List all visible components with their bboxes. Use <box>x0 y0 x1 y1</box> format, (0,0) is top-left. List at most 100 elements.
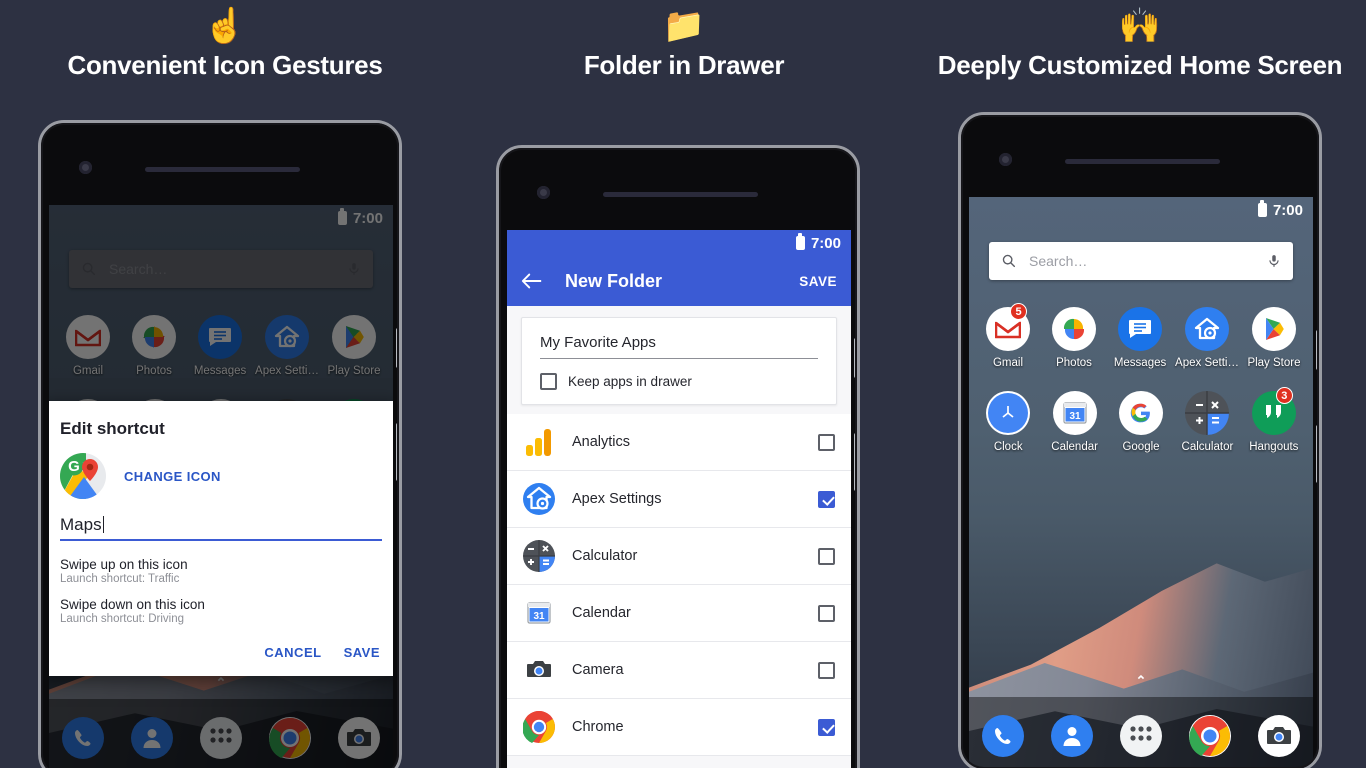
app-label: Apex Setti… <box>1175 357 1239 369</box>
table-row[interactable]: Chrome <box>507 699 851 756</box>
app-checkbox[interactable] <box>818 490 835 508</box>
dock-item-contacts[interactable] <box>1038 715 1107 757</box>
app-label: Hangouts <box>1249 441 1299 453</box>
gesture-subtitle: Launch shortcut: Driving <box>60 613 185 625</box>
gesture-swipe-up[interactable]: Swipe up on this icon Launch shortcut: T… <box>60 557 382 585</box>
app-cell-gmail[interactable]: 5 Gmail <box>975 301 1041 369</box>
shortcut-name-value: Maps <box>60 515 102 534</box>
app-cell-messages[interactable]: Messages <box>1107 301 1173 369</box>
analytics-icon <box>523 426 555 458</box>
dialog-title: Edit shortcut <box>60 419 165 438</box>
keep-apps-label: Keep apps in drawer <box>568 374 692 389</box>
search-bar-3[interactable]: Search… <box>989 242 1293 280</box>
volume-down-button[interactable] <box>396 423 399 481</box>
status-bar-time: 7:00 <box>1272 201 1303 219</box>
dock-item-phone[interactable] <box>969 715 1038 757</box>
folder-settings-card: My Favorite Apps Keep apps in drawer <box>521 317 837 405</box>
volume-down-button[interactable] <box>1316 425 1319 483</box>
apex-settings-icon <box>523 483 555 515</box>
camera-icon <box>523 654 555 686</box>
dock-3 <box>969 697 1313 768</box>
app-label: Gmail <box>992 357 1024 369</box>
keep-apps-in-drawer-row[interactable]: Keep apps in drawer <box>540 373 818 390</box>
app-checkbox[interactable] <box>818 604 835 622</box>
svg-text:G: G <box>68 458 80 475</box>
battery-icon <box>795 233 805 250</box>
battery-icon <box>1257 200 1267 217</box>
app-cell-calendar[interactable]: 31 Calendar <box>1041 385 1107 453</box>
phone-icon <box>982 715 1025 757</box>
app-cell-clock[interactable]: Clock <box>975 385 1041 453</box>
panel-icon-gestures: ☝️ Convenient Icon Gestures 7:00 Search… <box>0 0 450 768</box>
app-name: Camera <box>572 662 624 678</box>
apex-settings-icon <box>1185 307 1229 351</box>
app-cell-google[interactable]: Google <box>1108 385 1174 453</box>
change-icon-button[interactable]: CHANGE ICON <box>124 469 221 484</box>
app-checkbox[interactable] <box>818 718 835 736</box>
app-drawer-handle-3[interactable]: ⌃ <box>969 673 1313 689</box>
photos-icon <box>1052 307 1097 351</box>
messages-icon <box>1118 307 1163 351</box>
app-row-2: Clock 31 Calendar <box>975 385 1307 453</box>
volume-up-button[interactable] <box>854 338 857 378</box>
table-row[interactable]: Calculator <box>507 528 851 585</box>
folder-save-button[interactable]: SAVE <box>799 274 837 289</box>
clock-icon <box>986 391 1031 435</box>
app-selection-list: Analytics Apex Settings Calculator 31 Ca… <box>507 414 851 756</box>
back-arrow-icon[interactable] <box>521 272 543 290</box>
app-cell-calculator[interactable]: Calculator <box>1174 385 1240 453</box>
app-cell-apex-settings[interactable]: Apex Setti… <box>1173 301 1241 369</box>
app-checkbox[interactable] <box>818 433 835 451</box>
gesture-title: Swipe up on this icon <box>60 557 188 572</box>
table-row[interactable]: 31 Calendar <box>507 585 851 642</box>
app-cell-photos[interactable]: Photos <box>1041 301 1107 369</box>
app-drawer-icon <box>1119 715 1162 757</box>
chrome-icon <box>523 711 555 743</box>
pointing-up-hand-emoji: ☝️ <box>203 6 247 46</box>
volume-down-button[interactable] <box>854 433 857 491</box>
folder-app-bar: New Folder SAVE <box>507 256 851 306</box>
camera-icon <box>1257 715 1300 757</box>
app-label: Messages <box>1113 357 1167 369</box>
table-row[interactable]: Analytics <box>507 414 851 471</box>
folder-name-input[interactable]: My Favorite Apps <box>540 334 818 359</box>
edit-shortcut-dialog: Edit shortcut G CHANGE ICON Maps Swipe u… <box>49 401 393 676</box>
gesture-subtitle: Launch shortcut: Traffic <box>60 573 180 585</box>
chrome-icon <box>1188 715 1231 757</box>
save-button[interactable]: SAVE <box>344 645 380 660</box>
app-cell-hangouts[interactable]: 3 Hangouts <box>1241 385 1307 453</box>
cancel-button[interactable]: CANCEL <box>264 645 321 660</box>
table-row[interactable]: Camera <box>507 642 851 699</box>
promo-screenshot: ☝️ Convenient Icon Gestures 7:00 Search… <box>0 0 1366 768</box>
calendar-icon: 31 <box>523 597 555 629</box>
microphone-icon[interactable] <box>1267 252 1281 270</box>
dock-item-app-drawer[interactable] <box>1107 715 1176 757</box>
phone-1-screen: 7:00 Search… <box>49 205 393 768</box>
app-cell-play-store[interactable]: Play Store <box>1241 301 1307 369</box>
dock-item-chrome[interactable] <box>1175 715 1244 757</box>
dock-item-camera[interactable] <box>1244 715 1313 757</box>
google-icon <box>1119 391 1164 435</box>
gesture-swipe-down[interactable]: Swipe down on this icon Launch shortcut:… <box>60 597 382 625</box>
earpiece-speaker <box>603 192 758 197</box>
play-store-icon <box>1251 307 1296 351</box>
search-placeholder-3: Search… <box>1029 253 1088 269</box>
app-label: Calendar <box>1051 441 1098 453</box>
notification-badge: 5 <box>1010 303 1027 320</box>
shortcut-name-input[interactable]: Maps <box>60 513 382 541</box>
volume-up-button[interactable] <box>1316 330 1319 370</box>
panel-home-screen: 🙌 Deeply Customized Home Screen 7:00 Sea… <box>914 0 1366 768</box>
app-label: Google <box>1122 441 1160 453</box>
text-caret <box>102 516 105 533</box>
app-checkbox[interactable] <box>818 661 835 679</box>
volume-up-button[interactable] <box>396 328 399 368</box>
maps-icon[interactable]: G <box>60 453 106 499</box>
app-name: Chrome <box>572 719 624 735</box>
hangouts-icon: 3 <box>1251 387 1296 435</box>
front-camera-icon <box>79 161 92 174</box>
keep-apps-checkbox[interactable] <box>540 373 557 390</box>
panel-3-headline: Deeply Customized Home Screen <box>937 50 1343 80</box>
table-row[interactable]: Apex Settings <box>507 471 851 528</box>
app-checkbox[interactable] <box>818 547 835 565</box>
contacts-icon <box>1051 715 1094 757</box>
